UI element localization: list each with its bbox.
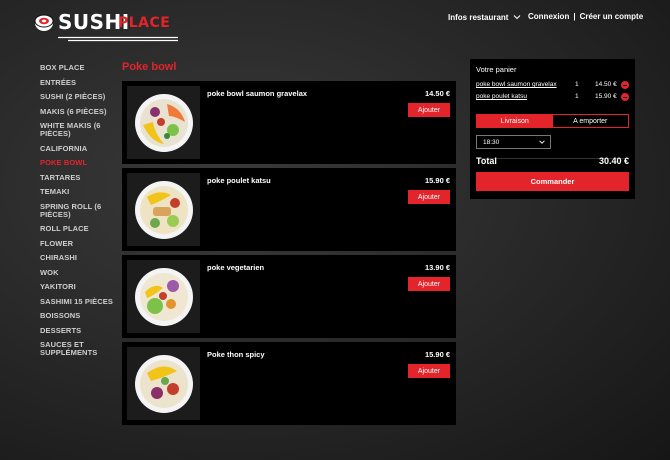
menu-item-price: 13.90 € xyxy=(424,263,450,272)
menu-item-name: poke poulet katsu xyxy=(207,176,271,185)
sidebar-item-temaki[interactable]: TEMAKI xyxy=(40,188,120,196)
sidebar-item-sashimi[interactable]: SASHIMI 15 PIÈCES xyxy=(40,297,120,306)
chevron-down-icon xyxy=(514,15,521,20)
site-header: SUSHI PLACE Infos restaurant Connexion |… xyxy=(0,0,670,48)
sidebar-item-sauces[interactable]: SAUCES ET SUPPLÉMENTS xyxy=(40,341,120,357)
product-image[interactable] xyxy=(127,347,200,420)
cart-item-qty: 1 xyxy=(575,81,579,88)
cart-title: Votre panier xyxy=(476,65,517,74)
connexion-link[interactable]: Connexion xyxy=(528,12,569,21)
sidebar-item-flower[interactable]: FLOWER xyxy=(40,239,120,248)
menu-item-name: poke bowl saumon gravelax xyxy=(207,89,308,98)
sidebar-item-sushi[interactable]: SUSHI (2 PIÈCES) xyxy=(40,93,120,101)
category-sidebar: BOX PLACE ENTRÉES SUSHI (2 PIÈCES) MAKIS… xyxy=(40,64,120,364)
add-to-cart-button[interactable]: Ajouter xyxy=(408,103,450,117)
cart-item: poke poulet katsu 1 15.90 € xyxy=(476,92,629,104)
sidebar-item-spring-roll[interactable]: SPRING ROLL (6 PIÈCES) xyxy=(40,202,120,219)
poke-bowl-image-icon xyxy=(134,93,193,152)
sidebar-item-wok[interactable]: WOK xyxy=(40,268,120,277)
add-to-cart-button[interactable]: Ajouter xyxy=(408,190,450,204)
total-label: Total xyxy=(476,156,497,166)
poke-bowl-image-icon xyxy=(134,180,193,239)
sushi-roll-icon xyxy=(34,14,54,31)
cart-item-price: 14.50 € xyxy=(595,81,617,88)
menu-item: Poke thon spicy 15.90 € Ajouter xyxy=(122,342,456,425)
sidebar-item-box-place[interactable]: BOX PLACE xyxy=(40,64,120,72)
infos-restaurant-label: Infos restaurant xyxy=(448,12,509,22)
sidebar-item-desserts[interactable]: DESSERTS xyxy=(40,326,120,335)
sidebar-item-boissons[interactable]: BOISSONS xyxy=(40,312,120,320)
minus-circle-icon[interactable] xyxy=(621,81,629,89)
logo-chopsticks-icon xyxy=(58,36,178,42)
logo-text-place: PLACE xyxy=(118,15,171,31)
section-title: Poke bowl xyxy=(122,61,177,73)
product-image[interactable] xyxy=(127,173,200,246)
sidebar-item-california[interactable]: CALIFORNIA xyxy=(40,144,120,153)
product-image[interactable] xyxy=(127,86,200,159)
add-to-cart-button[interactable]: Ajouter xyxy=(408,277,450,291)
chevron-down-icon xyxy=(539,140,545,144)
add-to-cart-button[interactable]: Ajouter xyxy=(408,364,450,378)
cart-panel: Votre panier poke bowl saumon gravelax 1… xyxy=(470,59,635,199)
menu-item-name: poke vegetarien xyxy=(207,263,265,272)
sidebar-item-roll-place[interactable]: ROLL PLACE xyxy=(40,225,120,233)
product-image[interactable] xyxy=(127,260,200,333)
minus-circle-icon[interactable] xyxy=(621,93,629,101)
cart-item: poke bowl saumon gravelax 1 14.50 € xyxy=(476,80,629,92)
menu-item-price: 15.90 € xyxy=(424,176,450,185)
time-select-value: 18:30 xyxy=(483,138,500,146)
sidebar-item-chirashi[interactable]: CHIRASHI xyxy=(40,254,120,262)
menu-list: poke bowl saumon gravelax 14.50 € Ajoute… xyxy=(122,81,456,425)
cart-item-qty: 1 xyxy=(575,93,579,100)
cart-item-price: 15.90 € xyxy=(595,93,617,100)
menu-item-price: 14.50 € xyxy=(424,89,450,98)
commander-button[interactable]: Commander xyxy=(476,172,629,191)
total-value: 30.40 € xyxy=(598,156,629,166)
menu-item: poke bowl saumon gravelax 14.50 € Ajoute… xyxy=(122,81,456,164)
menu-item-name: Poke thon spicy xyxy=(207,350,265,359)
infos-restaurant-dropdown[interactable]: Infos restaurant xyxy=(448,12,522,22)
menu-item: poke vegetarien 13.90 € Ajouter xyxy=(122,255,456,338)
logo[interactable]: SUSHI PLACE xyxy=(34,9,184,43)
sidebar-item-yakitori[interactable]: YAKITORI xyxy=(40,283,120,291)
create-account-link[interactable]: Créer un compte xyxy=(580,12,644,21)
sidebar-item-poke-bowl[interactable]: POKE BOWL xyxy=(40,159,120,167)
auth-separator: | xyxy=(573,12,576,21)
tab-livraison[interactable]: Livraison xyxy=(477,115,553,127)
poke-bowl-image-icon xyxy=(134,267,193,326)
poke-bowl-image-icon xyxy=(134,354,193,413)
menu-item: poke poulet katsu 15.90 € Ajouter xyxy=(122,168,456,251)
cart-item-name[interactable]: poke bowl saumon gravelax xyxy=(476,81,557,88)
sidebar-item-white-makis[interactable]: WHITE MAKIS (6 PIÈCES) xyxy=(40,122,120,138)
auth-links: Connexion | Créer un compte xyxy=(528,12,643,21)
cart-item-name[interactable]: poke poulet katsu xyxy=(476,93,527,100)
time-select[interactable]: 18:30 xyxy=(476,135,551,149)
sidebar-item-entrees[interactable]: ENTRÉES xyxy=(40,78,120,87)
menu-item-price: 15.90 € xyxy=(424,350,450,359)
sidebar-item-makis[interactable]: MAKIS (6 PIÈCES) xyxy=(40,107,120,116)
tab-a-emporter[interactable]: A emporter xyxy=(553,115,629,127)
delivery-mode-tabs: Livraison A emporter xyxy=(476,114,629,128)
sidebar-item-tartares[interactable]: TARTARES xyxy=(40,173,120,182)
